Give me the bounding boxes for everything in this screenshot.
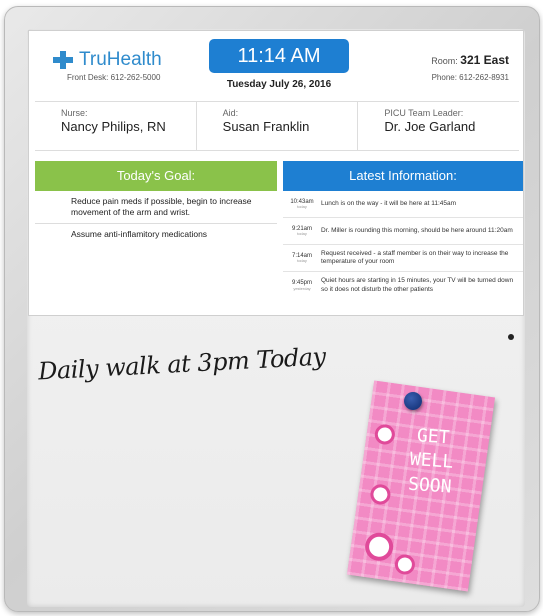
info-time: 9:21am today	[283, 226, 321, 237]
info-panel-title: Latest Information:	[283, 161, 523, 191]
brand-name: TruHealth	[79, 49, 162, 70]
staff-role: Nurse:	[61, 108, 88, 118]
goal-item: Reduce pain meds if possible, begin to i…	[35, 191, 277, 225]
staff-team-leader: PICU Team Leader: Dr. Joe Garland	[358, 102, 519, 150]
room-phone: Phone: 612-262-8931	[431, 73, 509, 82]
info-time: 9:45pm yesterday	[283, 280, 321, 291]
current-date: Tuesday July 26, 2016	[226, 79, 332, 90]
info-item: 9:21am today Dr. Miller is rounding this…	[283, 218, 523, 245]
screen-header: TruHealth Front Desk: 612-262-5000 11:14…	[29, 31, 523, 93]
info-text: Quiet hours are starting in 15 minutes, …	[321, 277, 514, 293]
info-text: Request received - a staff member is on …	[321, 249, 509, 265]
board-dot	[508, 334, 514, 340]
magnet-icon	[404, 392, 422, 410]
front-desk-phone: Front Desk: 612-262-5000	[67, 73, 161, 82]
current-time: 11:14 AM	[209, 39, 349, 73]
info-text: Lunch is on the way - it will be here at…	[321, 199, 457, 207]
info-text: Dr. Miller is rounding this morning, sho…	[321, 226, 513, 234]
staff-name: Nancy Philips, RN	[61, 119, 166, 134]
info-day: yesterday	[293, 285, 311, 291]
latest-information-panel: Latest Information: 10:43am today Lunch …	[283, 161, 523, 311]
staff-role: Aid:	[222, 108, 239, 118]
goal-panel-title: Today's Goal:	[35, 161, 277, 191]
info-time: 10:43am today	[283, 199, 321, 210]
flower-icon	[393, 553, 417, 576]
info-day: today	[297, 231, 307, 237]
room-number: Room: 321 East	[431, 53, 509, 67]
info-day: today	[297, 204, 307, 210]
info-item: 10:43am today Lunch is on the way - it w…	[283, 191, 523, 218]
info-item: 7:14am today Request received - a staff …	[283, 245, 523, 272]
flower-icon	[363, 530, 395, 563]
brand-cross-icon	[53, 51, 73, 69]
staff-name: Susan Franklin	[222, 119, 310, 134]
staff-name: Dr. Joe Garland	[384, 119, 476, 134]
room-label: Room:	[431, 56, 458, 66]
staff-aid: Aid: Susan Franklin	[197, 102, 359, 150]
info-day: today	[297, 258, 307, 264]
room-value: 321 East	[460, 53, 509, 67]
brand-logo: TruHealth	[53, 49, 162, 71]
care-team-row: Nurse: Nancy Philips, RN Aid: Susan Fran…	[35, 101, 519, 151]
card-text: GET WELL SOON	[407, 425, 454, 498]
todays-goal-panel: Today's Goal: Reduce pain meds if possib…	[35, 161, 277, 311]
info-item: 9:45pm yesterday Quiet hours are startin…	[283, 272, 523, 299]
goal-item: Assume anti-inflamitory medications	[71, 229, 208, 240]
staff-role: PICU Team Leader:	[384, 108, 464, 118]
patient-info-screen: TruHealth Front Desk: 612-262-5000 11:14…	[28, 30, 524, 316]
staff-nurse: Nurse: Nancy Philips, RN	[35, 102, 197, 150]
flower-icon	[369, 483, 392, 506]
info-time: 7:14am today	[283, 253, 321, 264]
